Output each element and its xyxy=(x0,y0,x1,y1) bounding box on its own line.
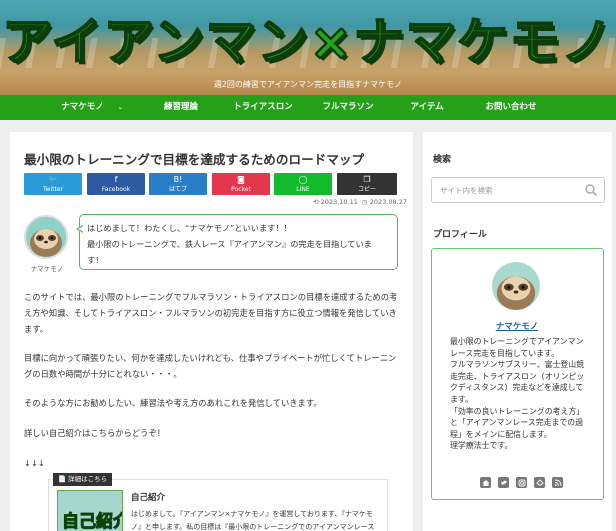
nav-item-full-marathon[interactable]: フルマラソン xyxy=(318,95,378,120)
search-heading: 検索 xyxy=(433,155,452,165)
intro-paragraph: そのような方にお勧めしたい、練習法や考え方のあれこれを発信していきます。 xyxy=(24,398,322,408)
intro-paragraph: 目標に向かって頑張りたい、何かを達成したいけれども、仕事やプライベートが忙しくて… xyxy=(24,353,397,379)
nav-item-triathlon[interactable]: トライアスロン xyxy=(230,95,296,120)
balloon-line: はじめまして！わたくし、“ナマケモノ”といいます！！ xyxy=(87,223,292,233)
profile-name-link[interactable]: ナマケモノ xyxy=(432,320,602,332)
share-label: Facebook xyxy=(101,186,131,193)
post-dates: ⟲ 2023.10.11 ◷ 2023.08.27 xyxy=(313,198,407,206)
twitter-icon: 🐦 xyxy=(48,175,58,184)
home-icon[interactable] xyxy=(480,477,491,488)
intro-paragraph: このサイトでは、最小限のトレーニングでフルマラソン・トライアスロンの目標を達成す… xyxy=(24,292,398,334)
chevron-down-icon: ⌄ xyxy=(117,104,123,111)
rss-icon[interactable] xyxy=(552,477,564,488)
feedly-icon[interactable] xyxy=(534,477,546,488)
share-button-pocket[interactable]: ◙ Pocket xyxy=(212,173,270,195)
twitter-icon[interactable] xyxy=(498,477,510,488)
updated-date: 2023.08.27 xyxy=(369,198,407,206)
blog-card-title[interactable]: 自己紹介 xyxy=(131,491,165,503)
share-label: LINE xyxy=(296,186,310,193)
share-button-line[interactable]: ◯ LINE xyxy=(274,173,332,195)
share-button-hatebu[interactable]: B! はてブ xyxy=(149,173,207,195)
blog-card-label: 📄 詳細はこちら xyxy=(53,473,113,486)
arrow-paragraph: ↓↓↓ xyxy=(24,458,45,468)
blog-card-thumbnail: 自己紹介 xyxy=(57,490,123,531)
site-title[interactable]: アイアンマン×ナマケモノ xyxy=(0,2,616,74)
search-icon[interactable] xyxy=(584,183,598,197)
share-label: Pocket xyxy=(231,186,251,193)
sidebar: 検索 プロフィール ナマケモノ 最小限のトレーニングでアイアンマンレース完走を目… xyxy=(423,132,612,531)
speech-balloon: はじめまして！わたくし、“ナマケモノ”といいます！！ 最小限のトレーニングで、鉄… xyxy=(76,214,398,270)
nav-item-namakemono[interactable]: ナマケモノ ⌄ xyxy=(42,95,142,120)
nav-item-contact[interactable]: お問い合わせ xyxy=(478,95,544,120)
instagram-icon[interactable] xyxy=(516,477,528,488)
profile-box: ナマケモノ 最小限のトレーニングでアイアンマンレース完走を目指しています。 フル… xyxy=(431,248,604,500)
profile-heading: プロフィール xyxy=(433,230,487,240)
updated-date-icon: ◷ xyxy=(362,198,368,206)
posted-date: 2023.10.11 xyxy=(320,198,358,206)
share-label: はてブ xyxy=(168,186,187,193)
nav-item-items[interactable]: アイテム xyxy=(400,95,454,120)
author-name: ナマケモノ xyxy=(30,265,64,273)
avatar xyxy=(24,215,68,259)
search-box xyxy=(431,177,605,203)
author-avatar-block: ナマケモノ xyxy=(24,215,70,273)
sloth-avatar-icon xyxy=(496,276,536,310)
balloon-line: 最小限のトレーニングで、鉄人レース『アイアンマン』の完走を目指していま xyxy=(87,239,372,249)
intro-paragraph: 詳しい自己紹介はこちらからどうぞ！ xyxy=(24,428,166,438)
social-links xyxy=(480,477,565,489)
nav-item-label: ナマケモノ xyxy=(61,102,104,112)
page-title: 最小限のトレーニングで目標を達成するためのロードマップ xyxy=(24,152,365,167)
global-nav: ナマケモノ ⌄ 練習理論 トライアスロン フルマラソン アイテム お問い合わせ xyxy=(0,95,616,120)
share-label: コピー xyxy=(357,186,376,193)
site-tagline: 週2回の練習でアイアンマン完走を目指すナマケモノ xyxy=(213,80,403,89)
share-button-copy[interactable]: ❐ コピー xyxy=(337,173,397,195)
search-input[interactable] xyxy=(432,178,582,203)
copy-icon: ❐ xyxy=(363,175,371,184)
blog-card[interactable]: 📄 詳細はこちら 自己紹介 自己紹介 はじめまして。『アイアンマン×ナマケモノ』… xyxy=(48,473,388,531)
main-content: 最小限のトレーニングで目標を達成するためのロードマップ 🐦 Twitter f … xyxy=(10,132,413,531)
line-icon: ◯ xyxy=(298,175,308,184)
thumbnail-text: 自己紹介 xyxy=(62,512,123,531)
avatar xyxy=(492,262,540,310)
hatebu-icon: B! xyxy=(173,175,183,184)
posted-date-icon: ⟲ xyxy=(313,198,319,206)
pocket-icon: ◙ xyxy=(237,175,245,184)
facebook-icon: f xyxy=(114,175,118,184)
share-button-facebook[interactable]: f Facebook xyxy=(87,173,145,195)
share-label: Twitter xyxy=(42,186,64,193)
profile-description: 最小限のトレーニングでアイアンマンレース完走を目指しています。 フルマラソンサブ… xyxy=(450,337,585,451)
nav-item-training-theory[interactable]: 練習理論 xyxy=(148,95,214,120)
site-header: アイアンマン×ナマケモノ 週2回の練習でアイアンマン完走を目指すナマケモノ xyxy=(0,0,616,95)
balloon-line: す！ xyxy=(87,255,104,265)
share-button-twitter[interactable]: 🐦 Twitter xyxy=(24,173,82,195)
sloth-avatar-icon xyxy=(30,229,62,257)
blog-card-snippet: はじめまして。『アイアンマン×ナマケモノ』を運営しております、『ナマケモノ』と申… xyxy=(131,510,375,531)
